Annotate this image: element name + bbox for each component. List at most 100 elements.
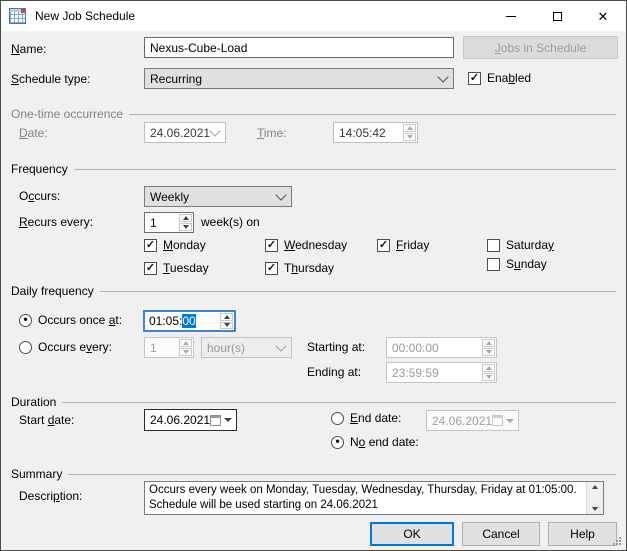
scroll-up-icon [592, 485, 598, 489]
checkbox-saturday[interactable]: Saturday [487, 238, 554, 252]
spinner-buttons[interactable] [178, 213, 193, 232]
wednesday-label: Wednesday [284, 238, 348, 252]
frequency-group-title: Frequency [11, 162, 68, 176]
ending-at-value: 23:59:59 [392, 365, 439, 380]
checkmark-icon: ✓ [377, 238, 390, 252]
enabled-label: Enabled [487, 71, 532, 85]
summary-group-header: Summary [11, 467, 616, 481]
description-box: Occurs every week on Monday, Tuesday, We… [144, 481, 604, 515]
spinner-buttons [481, 338, 496, 357]
checkmark-icon: ✓ [468, 71, 481, 85]
help-button[interactable]: Help [548, 522, 617, 546]
checkbox-monday[interactable]: ✓ Monday [144, 238, 206, 252]
schedule-type-dropdown[interactable]: Recurring [144, 68, 454, 89]
spin-down-icon [182, 350, 189, 354]
one-time-date-dropdown: 24.06.2021 [144, 122, 226, 143]
occurs-dropdown[interactable]: Weekly [144, 186, 292, 207]
jobs-in-schedule-button: Jobs in Schedule [463, 36, 618, 59]
start-date-value: 24.06.2021 [150, 413, 211, 427]
description-scrollbar[interactable] [586, 482, 603, 514]
schedule-calendar-icon [9, 8, 26, 24]
checkbox-sunday[interactable]: Sunday [487, 257, 547, 271]
minimize-icon [506, 15, 516, 17]
spin-down-icon [182, 225, 189, 229]
description-text: Occurs every week on Monday, Tuesday, We… [149, 484, 577, 511]
interval-unit-value: hour(s) [207, 340, 246, 355]
sunday-label: Sunday [506, 257, 547, 271]
weeks-on-label: week(s) on [201, 215, 260, 229]
calendar-icon [492, 415, 503, 426]
end-date-radio[interactable]: End date: [331, 411, 401, 425]
checkbox-wednesday[interactable]: ✓ Wednesday [265, 238, 347, 252]
end-date-picker: 24.06.2021 [426, 410, 519, 431]
spin-up-icon [182, 341, 189, 345]
one-time-group-header: One-time occurrence [11, 107, 616, 121]
occurs-value: Weekly [150, 189, 190, 204]
no-end-date-radio[interactable]: ● No end date: [331, 435, 419, 449]
friday-label: Friday [396, 238, 430, 252]
one-time-date-value: 24.06.2021 [150, 125, 211, 140]
schedule-type-label: Schedule type: [11, 72, 91, 86]
checkmark-icon [487, 238, 500, 252]
duration-group-title: Duration [11, 395, 57, 409]
spinner-buttons[interactable] [219, 312, 234, 330]
help-label: Help [570, 527, 595, 541]
radio-icon [19, 340, 32, 354]
cancel-label: Cancel [482, 527, 520, 541]
name-value: Nexus-Cube-Load [150, 40, 248, 55]
close-button[interactable]: ✕ [580, 1, 626, 31]
spinner-buttons [402, 123, 417, 142]
one-time-time-spinner: 14:05:42 [333, 122, 418, 143]
start-date-picker[interactable]: 24.06.2021 [144, 409, 237, 431]
window-title: New Job Schedule [35, 9, 136, 23]
ok-button[interactable]: OK [370, 522, 454, 546]
spin-down-icon [223, 323, 230, 328]
minimize-button[interactable] [488, 1, 534, 31]
occurs-every-label: Occurs every: [38, 340, 113, 354]
chevron-down-icon [275, 339, 287, 352]
cancel-button[interactable]: Cancel [462, 522, 540, 546]
starting-at-spinner: 00:00:00 [386, 337, 497, 358]
tuesday-label: Tuesday [163, 261, 209, 275]
maximize-icon [552, 11, 562, 21]
spinner-buttons [178, 338, 193, 357]
recurs-every-spinner[interactable]: 1 [144, 212, 194, 233]
occurs-once-radio[interactable]: ● Occurs once at: [19, 313, 122, 327]
ending-at-spinner: 23:59:59 [386, 362, 497, 383]
summary-group-title: Summary [11, 467, 63, 481]
frequency-group-header: Frequency [11, 162, 616, 176]
starting-at-label: Starting at: [307, 340, 366, 354]
chevron-down-icon [437, 70, 449, 83]
spinner-buttons [481, 363, 496, 382]
name-input[interactable]: Nexus-Cube-Load [144, 37, 454, 58]
group-divider [73, 168, 616, 170]
monday-label: Monday [163, 238, 206, 252]
resize-grip[interactable] [619, 543, 621, 545]
one-time-time-value: 14:05:42 [339, 125, 386, 140]
time-label: Time: [257, 126, 287, 140]
recurs-every-label: Recurs every: [19, 215, 94, 229]
enabled-checkbox[interactable]: ✓ Enabled [468, 71, 531, 85]
occurs-once-time-spinner[interactable]: 01:05: 00 [143, 310, 236, 332]
spin-up-icon [182, 216, 189, 220]
radio-icon [331, 411, 344, 425]
daily-frequency-group-title: Daily frequency [11, 284, 94, 298]
occurs-every-radio[interactable]: Occurs every: [19, 340, 112, 354]
jobs-in-schedule-label: Jobs in Schedule [494, 40, 587, 55]
checkmark-icon: ✓ [144, 261, 157, 275]
spin-up-icon [485, 341, 492, 345]
checkbox-friday[interactable]: ✓ Friday [377, 238, 429, 252]
saturday-label: Saturday [506, 238, 555, 252]
group-divider [68, 473, 616, 475]
group-divider [62, 401, 616, 403]
occurs-every-spinner: 1 [144, 337, 194, 358]
checkmark-icon: ✓ [265, 238, 278, 252]
calendar-icon [210, 414, 221, 426]
maximize-button[interactable] [534, 1, 580, 31]
occurs-every-value: 1 [150, 340, 157, 355]
checkbox-tuesday[interactable]: ✓ Tuesday [144, 261, 209, 275]
checkbox-thursday[interactable]: ✓ Thursday [265, 261, 334, 275]
interval-unit-dropdown: hour(s) [201, 337, 292, 358]
end-date-value: 24.06.2021 [432, 413, 493, 428]
chevron-down-icon [275, 188, 287, 201]
